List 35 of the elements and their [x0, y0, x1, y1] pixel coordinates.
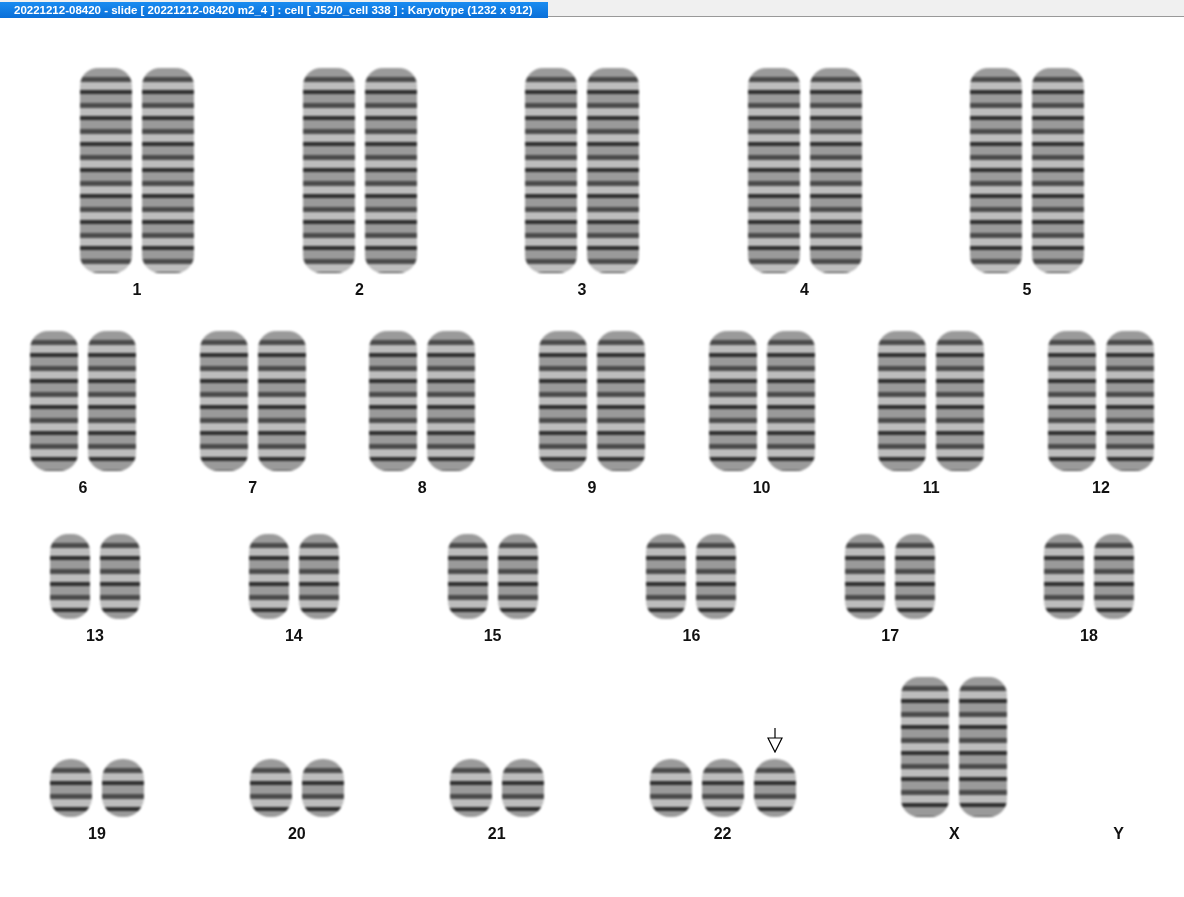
- chromosome-drawing: [649, 759, 692, 817]
- chromosome-number: 20: [287, 825, 306, 843]
- chromosome-number: 14: [284, 627, 303, 645]
- arrow-icon: [765, 727, 784, 753]
- chromosome-number: 15: [483, 627, 502, 645]
- window-title: 20221212-08420 - slide [ 20221212-08420 m2_4 ] : cell [ J52/0_cell 338 ] : Karyotype (1232 x 912): [0, 2, 549, 18]
- chromosome-number: 4: [800, 281, 809, 299]
- chromosome-drawing: [50, 759, 92, 817]
- chromosome-number: 16: [682, 627, 701, 645]
- chromosome-number: 13: [86, 627, 104, 645]
- chromosome-number: 1: [132, 281, 142, 299]
- chromosome-drawing: [301, 759, 344, 817]
- chromosome-number: 7: [248, 479, 258, 497]
- chromosome-number: 12: [1092, 479, 1110, 497]
- chromosome-number: Y: [1113, 825, 1124, 843]
- chromosome-number: 2: [355, 281, 364, 299]
- chromosome-number: 17: [881, 627, 900, 645]
- chromosome-drawing: [449, 759, 492, 817]
- chromosome-number: 8: [417, 479, 427, 497]
- chromosome-number: 22: [713, 825, 732, 843]
- chromosome-number: 9: [587, 479, 597, 497]
- chromosome-number: 18: [1080, 627, 1098, 645]
- chromosome-drawing: [753, 759, 796, 817]
- chromosome-number: X: [949, 825, 960, 843]
- chromosome-number: 19: [88, 825, 106, 843]
- chromosome-number: 10: [752, 479, 771, 497]
- chromosome-number: 6: [78, 479, 88, 497]
- chromosome-number: 11: [922, 479, 940, 497]
- chromosome-drawing: [701, 759, 744, 817]
- chromosome-drawing: [249, 759, 292, 817]
- chromosome-number: 21: [487, 825, 506, 843]
- chromosome-drawing: [501, 759, 544, 817]
- chromosome-number: 5: [1022, 281, 1032, 299]
- chromosome-number: 3: [577, 281, 587, 299]
- chromosome-drawing: [102, 759, 144, 817]
